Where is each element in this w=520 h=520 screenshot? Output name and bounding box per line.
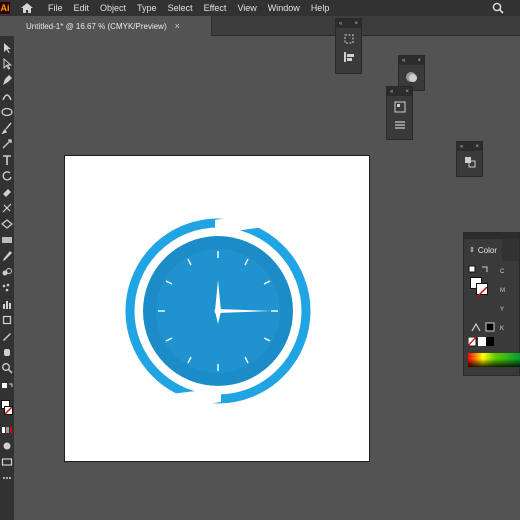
collapsed-panel-layers: « × [386,86,413,140]
color-panel-tab-row: ⇕ Color [464,239,519,261]
menu-items: File Edit Object Type Select Effect View… [48,0,340,16]
draw-mode-icon[interactable] [1,440,13,452]
selection-tool-icon[interactable] [1,42,13,54]
swatch-strip[interactable] [468,337,508,347]
clock-artwork[interactable] [65,156,371,463]
menu-help[interactable]: Help [311,0,330,16]
menu-file[interactable]: File [48,0,63,16]
none-stroke-icon [476,286,488,298]
panel-header: « × [387,87,412,96]
menu-right-area [492,0,520,16]
paintbrush-tool-icon[interactable] [1,122,13,134]
panel-options-icon[interactable]: ⇕ [469,246,475,254]
channel-k-label: K [500,326,505,332]
stroke-swatch[interactable] [476,283,488,298]
collapse-panel-icon[interactable]: « [390,89,393,95]
menu-effect[interactable]: Effect [204,0,227,16]
collapse-panel-icon[interactable]: « [460,144,463,150]
tab-color[interactable]: ⇕ Color [464,239,502,261]
pathfinder-panel-icon[interactable] [463,155,477,169]
color-panel: ⇕ Color C M Y K [463,232,520,376]
blend-tool-icon[interactable] [1,266,13,278]
color-spectrum-ramp[interactable] [468,353,520,367]
more-tools-icon[interactable] [1,472,13,484]
rotate-tool-icon[interactable] [1,170,13,182]
type-tool-icon[interactable] [1,154,13,166]
panel-header: « × [457,142,482,151]
appearance-panel-icon[interactable] [404,69,420,85]
shape-builder-tool-icon[interactable] [1,218,13,230]
default-colors-icon[interactable] [1,382,13,394]
out-of-gamut-icons[interactable] [470,321,500,333]
libraries-panel-icon[interactable] [393,100,407,114]
scale-tool-icon[interactable] [1,202,13,214]
collapse-panel-icon[interactable]: « [339,21,342,27]
layers-panel-icon[interactable] [393,118,407,132]
slice-tool-icon[interactable] [1,330,13,342]
document-tab-title: Untitled-1* @ 16.67 % (CMYK/Preview) [26,21,167,31]
pen-tool-icon[interactable] [1,74,13,86]
artboard-tool-icon[interactable] [1,314,13,326]
close-tab-icon[interactable]: × [175,16,180,36]
eraser-tool-icon[interactable] [1,186,13,198]
menu-object[interactable]: Object [100,0,126,16]
channel-m-label: M [500,288,505,294]
channel-y-label: Y [500,307,505,313]
menu-edit[interactable]: Edit [74,0,90,16]
gradient-tool-icon[interactable] [1,234,13,246]
home-icon[interactable] [20,2,34,14]
hand-tool-icon[interactable] [1,346,13,358]
zoom-tool-icon[interactable] [1,362,13,374]
close-panel-icon[interactable]: × [417,58,421,64]
menu-type[interactable]: Type [137,0,157,16]
color-tab-label: Color [477,245,497,255]
panel-header: « × [336,19,361,28]
align-panel-icon[interactable] [342,50,356,64]
artboard[interactable] [64,155,370,462]
default-fill-stroke-icon[interactable] [468,265,490,275]
close-panel-icon[interactable]: × [354,21,358,27]
symbol-sprayer-tool-icon[interactable] [1,282,13,294]
clock-center [214,307,222,315]
graph-tool-icon[interactable] [1,298,13,310]
collapsed-panel-align: « × [335,18,362,74]
menu-bar: Ai File Edit Object Type Select Effect V… [0,0,520,16]
curvature-tool-icon[interactable] [1,90,13,102]
document-tab-bar: Untitled-1* @ 16.67 % (CMYK/Preview) × [20,16,520,36]
direct-selection-tool-icon[interactable] [1,58,13,70]
panel-header: « × [399,56,424,65]
ellipse-tool-icon[interactable] [1,106,13,118]
eyedropper-tool-icon[interactable] [1,250,13,262]
search-icon[interactable] [492,2,504,14]
collapse-panel-icon[interactable]: « [402,58,405,64]
app-logo: Ai [0,2,10,14]
fill-stroke-swatch-icon[interactable] [1,400,13,420]
transform-panel-icon[interactable] [342,32,356,46]
close-panel-icon[interactable]: × [405,89,409,95]
menu-select[interactable]: Select [168,0,193,16]
channel-c-label: C [500,269,505,275]
shaper-tool-icon[interactable] [1,138,13,150]
color-mode-icon[interactable] [1,424,13,436]
menu-view[interactable]: View [237,0,256,16]
tools-panel [0,36,14,520]
screen-mode-icon[interactable] [1,456,13,468]
document-tab[interactable]: Untitled-1* @ 16.67 % (CMYK/Preview) × [20,16,212,36]
menu-window[interactable]: Window [268,0,300,16]
collapsed-panel-pathfinder: « × [456,141,483,177]
close-panel-icon[interactable]: × [475,144,479,150]
